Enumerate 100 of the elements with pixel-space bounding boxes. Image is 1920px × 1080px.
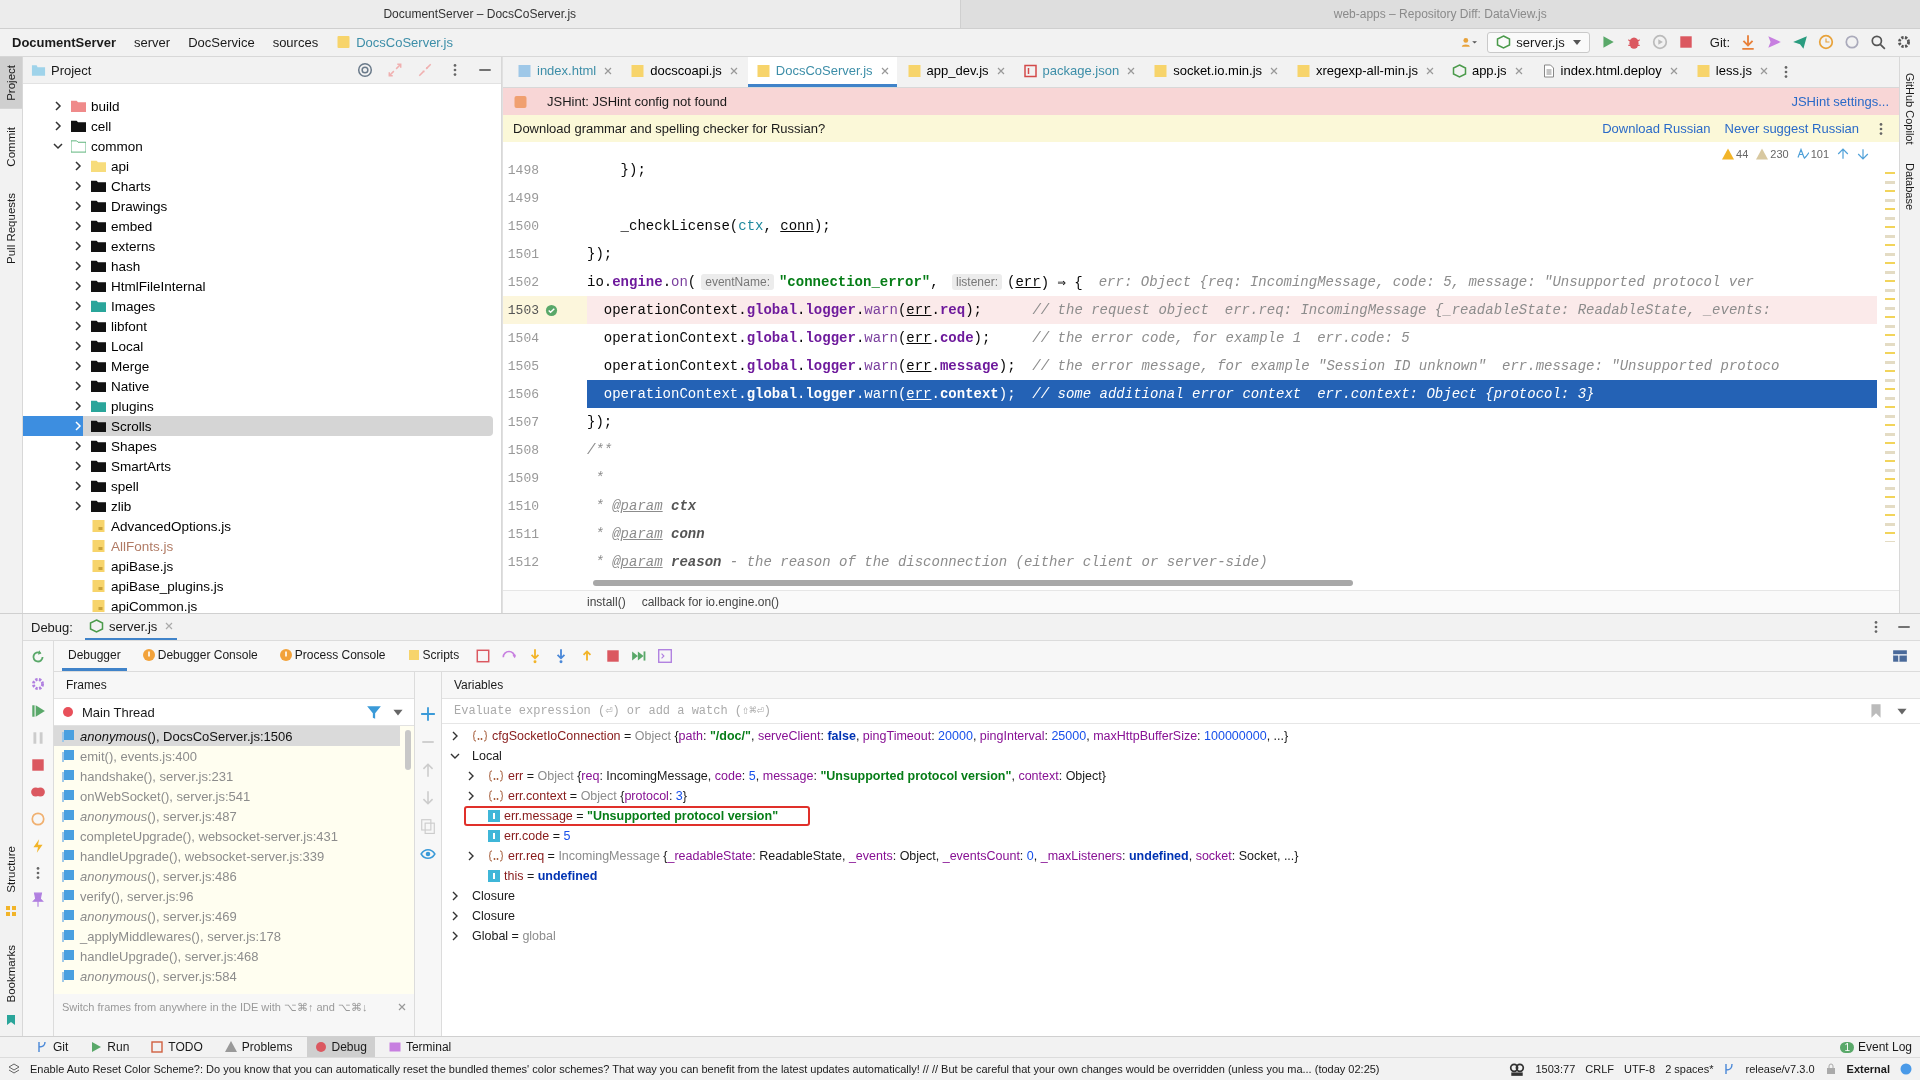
- git-branch[interactable]: release/v7.3.0: [1745, 1063, 1815, 1076]
- inspection-count[interactable]: 230: [1756, 148, 1789, 161]
- close-icon[interactable]: [1759, 66, 1768, 75]
- variable-row[interactable]: this = undefined: [464, 866, 604, 887]
- event-log-button[interactable]: 1 Event Log: [1840, 1040, 1912, 1055]
- chevron-icon[interactable]: [73, 181, 83, 192]
- filter-icon[interactable]: [366, 704, 382, 721]
- stop-icon[interactable]: [1677, 34, 1694, 51]
- tree-item[interactable]: Native: [23, 376, 493, 397]
- settings-link[interactable]: JSHint settings...: [1791, 94, 1889, 110]
- tree-item[interactable]: plugins: [23, 396, 493, 417]
- tree-item[interactable]: embed: [23, 216, 493, 237]
- tool-tab[interactable]: Problems: [216, 1037, 301, 1058]
- drop-frame-icon[interactable]: [605, 648, 622, 665]
- close-icon[interactable]: [880, 66, 889, 75]
- breadcrumb[interactable]: sources: [272, 34, 319, 50]
- debugger-tab[interactable]: Scripts: [401, 641, 466, 672]
- tree-item[interactable]: apiBase.js: [23, 556, 493, 577]
- stack-frame[interactable]: emit(), events.js:400: [54, 746, 400, 767]
- tree-item[interactable]: Charts: [23, 176, 493, 197]
- rollback-icon[interactable]: [1844, 34, 1860, 51]
- tree-item[interactable]: Local: [23, 336, 493, 357]
- watch-input[interactable]: Evaluate expression (⏎) or add a watch (⇧⌘⏎): [452, 703, 1858, 720]
- chevron-icon[interactable]: [73, 401, 83, 412]
- chevron-icon[interactable]: [73, 301, 83, 312]
- lock-icon[interactable]: [1824, 1063, 1837, 1076]
- settings-icon[interactable]: [30, 676, 46, 693]
- search-icon[interactable]: [1870, 34, 1886, 51]
- file-encoding[interactable]: UTF-8: [1624, 1063, 1656, 1076]
- variable-row[interactable]: cfgSocketIoConnection = Object {path: "/doc/", serveClient: false, pingTimeout: 20000, pingInterval: 25000, maxHttpBufferSize: 100000000, ...}: [448, 726, 1295, 747]
- tree-item[interactable]: externs: [23, 236, 493, 257]
- commit-icon[interactable]: [1792, 34, 1808, 51]
- variable-row[interactable]: err = Object {req: IncomingMessage, code: 5, message: "Unsupported protocol version", context: Object}: [464, 766, 1112, 787]
- inspection-count[interactable]: 44: [1722, 148, 1749, 161]
- indent-setting[interactable]: 2 spaces*: [1665, 1063, 1714, 1076]
- session-tab[interactable]: server.js: [84, 614, 178, 641]
- resume-icon[interactable]: [30, 703, 46, 720]
- editor-tab[interactable]: DocsCoServer.js: [747, 57, 897, 88]
- tree-item[interactable]: SmartArts: [23, 456, 493, 477]
- tool-window-tab[interactable]: GitHub Copilot: [1904, 73, 1916, 145]
- tree-item[interactable]: Shapes: [23, 436, 493, 457]
- tree-item[interactable]: build: [23, 96, 493, 117]
- tool-tab[interactable]: Git: [28, 1037, 77, 1058]
- chevron-icon[interactable]: [450, 731, 460, 742]
- close-icon[interactable]: [1270, 66, 1279, 75]
- tree-item[interactable]: AdvancedOptions.js: [23, 516, 493, 537]
- tree-item[interactable]: HtmlFileInternal: [23, 276, 493, 297]
- debugger-tab[interactable]: Debugger Console: [136, 641, 264, 672]
- tree-item[interactable]: spell: [23, 476, 493, 497]
- chevron-icon[interactable]: [450, 911, 460, 922]
- tree-item[interactable]: common: [23, 136, 493, 157]
- caret-position[interactable]: 1503:77: [1535, 1063, 1576, 1076]
- close-icon[interactable]: [398, 1003, 406, 1012]
- tool-window-tab[interactable]: Bookmarks: [0, 936, 22, 1011]
- line-separator[interactable]: CRLF: [1585, 1063, 1614, 1076]
- stack-frame[interactable]: anonymous(), server.js:584: [54, 966, 400, 987]
- breakpoint-icon[interactable]: [545, 303, 558, 317]
- tree-item[interactable]: AllFonts.js: [23, 536, 493, 557]
- chevron-icon[interactable]: [73, 221, 83, 232]
- coverage-icon[interactable]: [1651, 34, 1668, 51]
- tool-window-tab[interactable]: Database: [1904, 162, 1916, 210]
- chevron-icon[interactable]: [73, 461, 83, 472]
- bookmark-icon[interactable]: [1868, 703, 1884, 720]
- stack-frame[interactable]: anonymous(), server.js:469: [54, 906, 400, 927]
- close-icon[interactable]: [604, 66, 613, 75]
- stack-frame[interactable]: anonymous(), server.js:487: [54, 806, 400, 827]
- bookmark-icon[interactable]: [5, 1014, 17, 1027]
- mute-breakpoints-icon[interactable]: [30, 811, 46, 828]
- stack-frame[interactable]: anonymous(), DocsCoServer.js:1506: [54, 726, 400, 747]
- tree-item[interactable]: Scrolls: [23, 416, 493, 437]
- chevron-icon[interactable]: [450, 931, 460, 942]
- close-icon[interactable]: [996, 66, 1005, 75]
- color-scheme[interactable]: External: [1846, 1063, 1890, 1076]
- down-arrow-icon[interactable]: [1857, 148, 1869, 161]
- editor-tab[interactable]: less.js: [1687, 57, 1776, 88]
- banner-link[interactable]: Never suggest Russian: [1724, 121, 1859, 137]
- tree-item[interactable]: api: [23, 156, 493, 177]
- tool-tab[interactable]: TODO: [143, 1037, 211, 1058]
- tool-window-tab[interactable]: Commit: [0, 119, 22, 175]
- tree-item[interactable]: Drawings: [23, 196, 493, 217]
- close-icon[interactable]: [1425, 66, 1434, 75]
- status-message[interactable]: Enable Auto Reset Color Scheme?: Do you know that you can automatically reset the bundled themes' color schemes? That way you can benefit from the latest updates automatically! // // But be careful that your own changes would be overridden (unless you ma... (today 02:25): [30, 1063, 1500, 1076]
- variable-row[interactable]: err.req = IncomingMessage {_readableState: ReadableState, _events: Object, _eventsCount: 0, _maxListeners: undefined, socket: Socket, ...}: [464, 846, 1305, 867]
- add-watch-icon[interactable]: [420, 706, 436, 723]
- tool-window-tab[interactable]: Structure: [0, 838, 22, 901]
- close-icon[interactable]: [1669, 66, 1678, 75]
- chevron-icon[interactable]: [53, 101, 63, 112]
- chevron-icon[interactable]: [73, 321, 83, 332]
- chevron-icon[interactable]: [73, 381, 83, 392]
- chevron-icon[interactable]: [73, 201, 83, 212]
- editor-tab[interactable]: docscoapi.js: [622, 57, 746, 88]
- chevron-icon[interactable]: [73, 261, 83, 272]
- settings-icon[interactable]: [1896, 34, 1912, 51]
- stack-frame[interactable]: anonymous(), server.js:486: [54, 866, 400, 887]
- breadcrumb[interactable]: install(): [587, 595, 626, 610]
- chevron-icon[interactable]: [466, 791, 476, 802]
- variable-row[interactable]: err.context = Object {protocol: 3}: [464, 786, 693, 807]
- variable-row[interactable]: Global = global: [448, 926, 562, 947]
- stack-frame[interactable]: handshake(), server.js:231: [54, 766, 400, 787]
- layout-icon[interactable]: [1892, 648, 1908, 665]
